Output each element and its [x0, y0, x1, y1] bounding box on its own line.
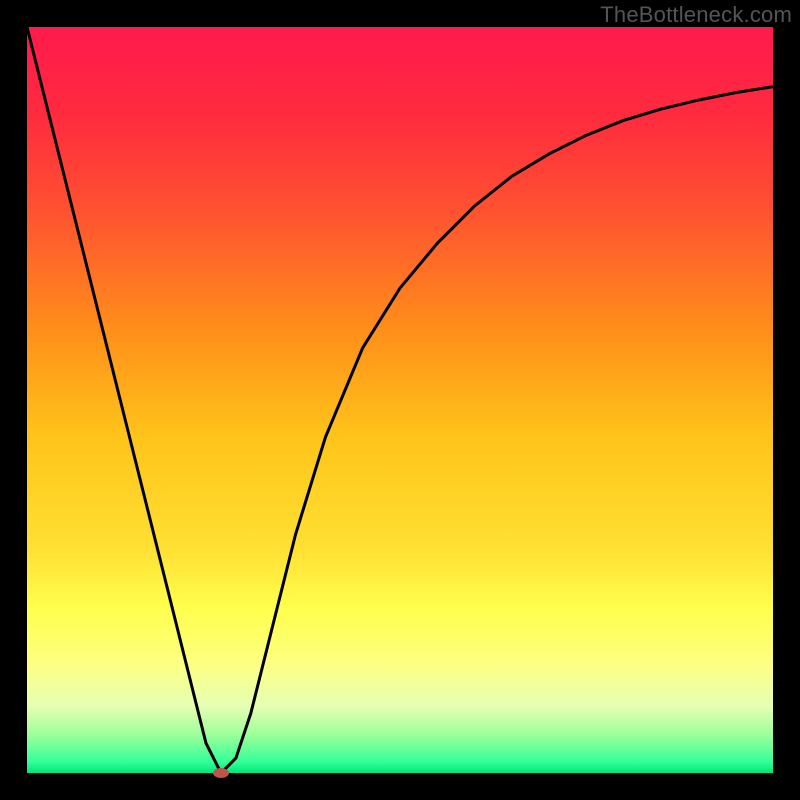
chart-frame: TheBottleneck.com: [0, 0, 800, 800]
optimal-point-marker: [213, 768, 229, 778]
bottleneck-chart: [0, 0, 800, 800]
watermark-text: TheBottleneck.com: [600, 2, 792, 28]
plot-background: [27, 27, 773, 773]
